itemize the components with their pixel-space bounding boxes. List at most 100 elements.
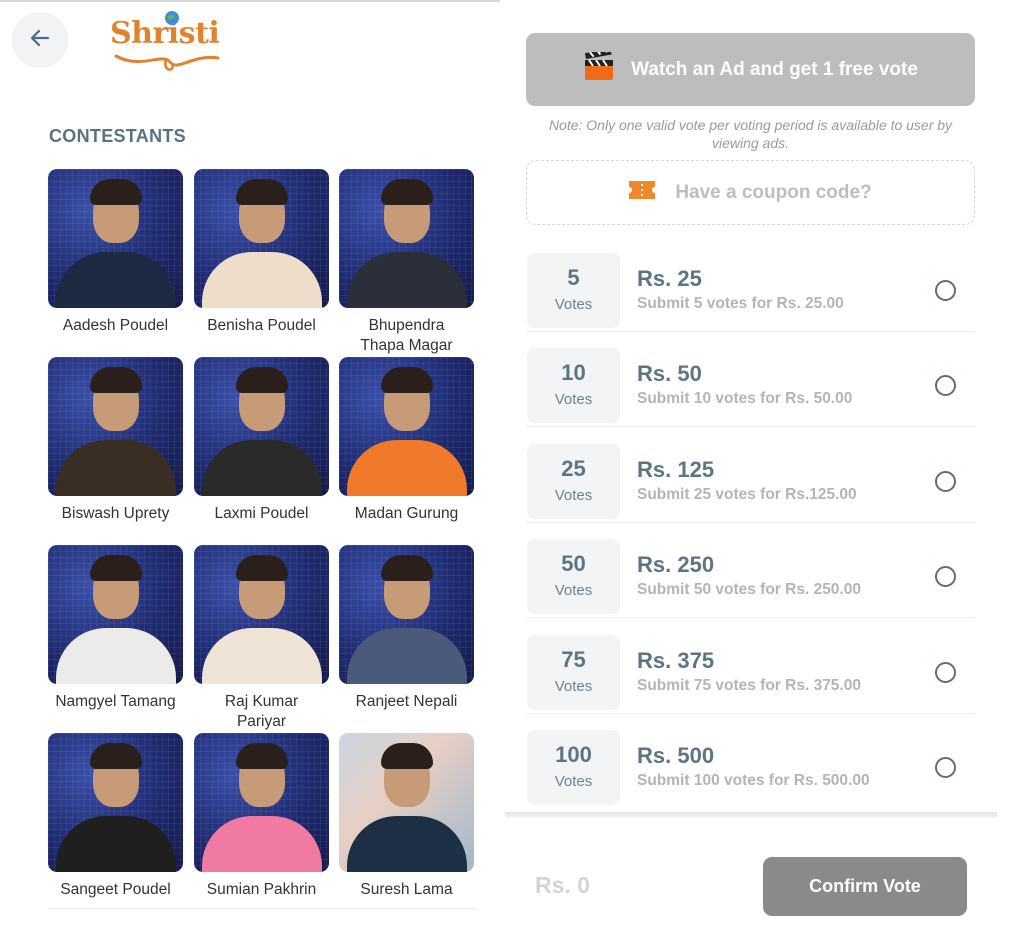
contestant-photo [194, 733, 329, 872]
arrow-left-icon [28, 26, 52, 55]
vote-option[interactable]: 10 Votes Rs. 50 Submit 10 votes for Rs. 50.… [526, 346, 975, 441]
watch-ad-button[interactable]: Watch an Ad and get 1 free vote [526, 33, 975, 106]
vote-unit: Votes [554, 773, 593, 790]
contestant-card[interactable]: Laxmi Poudel [194, 357, 329, 524]
contestant-name: Sangeet Poudel [60, 881, 171, 898]
vote-unit: Votes [554, 677, 593, 695]
contestant-photo [48, 733, 183, 872]
photo-hair [235, 367, 288, 393]
vote-count: 10 [561, 360, 586, 386]
contestant-card[interactable]: Bhupendra Thapa Magar [339, 169, 474, 356]
contestant-card[interactable]: Sangeet Poudel [48, 733, 183, 900]
vote-option[interactable]: 100 Votes Rs. 500 Submit 100 votes for Rs. … [526, 728, 975, 823]
photo-hair [235, 555, 288, 581]
vote-count: 50 [561, 551, 586, 577]
photo-hair [235, 179, 288, 205]
contestant-card[interactable]: Raj Kumar Pariyar [194, 545, 329, 732]
photo-body [346, 628, 467, 684]
contestant-name: Namgyel Tamang [55, 693, 176, 710]
option-divider [526, 426, 975, 428]
photo-body [346, 440, 467, 496]
vote-count: 5 [567, 265, 580, 290]
contestant-card[interactable]: Suresh Lama [339, 733, 474, 900]
contestant-photo [194, 169, 329, 308]
option-divider [526, 617, 975, 619]
vote-option[interactable]: 50 Votes Rs. 250 Submit 50 votes for Rs. 25… [526, 537, 975, 632]
contestant-name: Laxmi Poudel [214, 505, 309, 522]
contestant-card[interactable]: Sumian Pakhrin [194, 733, 329, 900]
photo-body [55, 252, 176, 308]
vote-option[interactable]: 75 Votes Rs. 375 Submit 75 votes for Rs. 37… [526, 633, 975, 728]
vote-unit: Votes [554, 391, 593, 409]
contestant-card[interactable]: Madan Gurung [339, 357, 474, 524]
contestant-photo [194, 357, 329, 496]
vote-count: 75 [561, 646, 586, 672]
contestant-name: Raj Kumar Pariyar [224, 693, 299, 730]
photo-body [201, 252, 322, 308]
photo-body [55, 628, 176, 684]
watch-ad-label: Watch an Ad and get 1 free vote [631, 58, 918, 80]
photo-hair [89, 555, 142, 581]
vote-unit: Votes [554, 486, 593, 504]
vote-price: Rs. 250 [637, 552, 715, 578]
vote-description: Submit 100 votes for Rs. 500.00 [637, 772, 870, 789]
vote-description: Submit 50 votes for Rs. 250.00 [637, 581, 861, 599]
radio-button[interactable] [935, 280, 956, 301]
vote-price: Rs. 25 [637, 266, 702, 291]
radio-button[interactable] [935, 470, 956, 492]
list-divider [48, 908, 476, 909]
photo-body [201, 816, 322, 872]
vote-count: 100 [555, 742, 592, 767]
radio-button[interactable] [935, 757, 956, 778]
contestant-card[interactable]: Benisha Poudel [194, 169, 329, 336]
photo-body [55, 440, 176, 496]
contestant-card[interactable]: Aadesh Poudel [48, 169, 183, 336]
vote-count: 25 [561, 455, 586, 481]
contestant-card[interactable]: Ranjeet Nepali [339, 545, 474, 712]
vote-unit: Votes [554, 296, 593, 313]
radio-button[interactable] [935, 566, 956, 588]
radio-button[interactable] [935, 375, 956, 397]
photo-hair [89, 179, 142, 205]
contestants-heading: CONTESTANTS [49, 126, 186, 146]
back-button[interactable] [12, 12, 68, 68]
contestant-card[interactable]: Namgyel Tamang [48, 545, 183, 712]
ad-note: Note: Only one valid vote per voting per… [548, 117, 953, 151]
vote-price: Rs. 375 [637, 647, 715, 673]
contestant-photo [48, 169, 183, 308]
photo-hair [89, 743, 142, 769]
vote-count-box: 75 Votes [527, 634, 620, 710]
logo-swirl [114, 54, 220, 71]
contestant-card[interactable]: Biswash Uprety [48, 357, 183, 524]
contestant-name: Biswash Uprety [61, 505, 170, 522]
coupon-code-button[interactable]: Have a coupon code? [526, 160, 975, 225]
contestant-photo [194, 545, 329, 684]
photo-hair [380, 743, 433, 769]
vote-description: Submit 25 votes for Rs.125.00 [637, 485, 857, 503]
photo-body [55, 816, 176, 872]
contestant-name: Bhupendra Thapa Magar [360, 317, 453, 354]
photo-body [346, 816, 467, 872]
vote-price: Rs. 125 [637, 456, 715, 482]
total-amount: Rs. 0 [535, 872, 590, 898]
vote-count-box: 100 Votes [527, 730, 620, 805]
radio-button[interactable] [935, 661, 956, 683]
contestant-photo [339, 357, 474, 496]
contestant-name: Suresh Lama [360, 881, 453, 898]
contestant-photo [339, 545, 474, 684]
ticket-icon [629, 181, 656, 204]
photo-hair [380, 555, 433, 581]
contestant-photo [339, 733, 474, 872]
option-divider [526, 331, 975, 332]
photo-body [201, 628, 322, 684]
contestant-name: Aadesh Poudel [62, 317, 169, 334]
vote-panel: Watch an Ad and get 1 free vote Note: On… [505, 0, 1024, 937]
option-divider [526, 712, 975, 714]
vote-option[interactable]: 25 Votes Rs. 125 Submit 25 votes for Rs.125… [526, 442, 975, 537]
option-divider [526, 521, 975, 523]
contestant-photo [48, 545, 183, 684]
vote-option[interactable]: 5 Votes Rs. 25 Submit 5 votes for Rs. 25.00 [526, 251, 975, 346]
shristi-logo: Shristi [108, 10, 228, 74]
contestant-name: Sumian Pakhrin [206, 881, 317, 898]
confirm-vote-button[interactable]: Confirm Vote [763, 857, 967, 916]
